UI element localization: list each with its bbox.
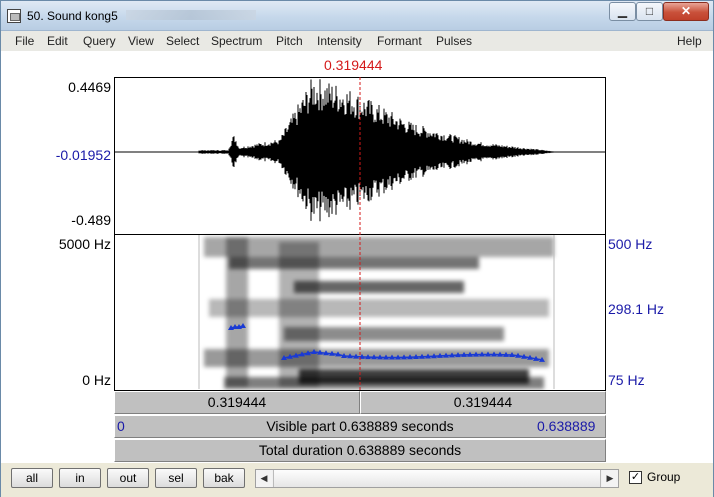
sound-canvas[interactable]: 0.319444 0.4469 -0.01952 -0.489 5000 Hz … — [1, 51, 713, 463]
cursor-time-label: 0.319444 — [324, 57, 383, 73]
menu-spectrum[interactable]: Spectrum — [211, 34, 262, 48]
spectrogram-band — [204, 237, 554, 257]
menu-intensity[interactable]: Intensity — [317, 34, 362, 48]
menu-formant[interactable]: Formant — [377, 34, 422, 48]
total-duration-text: Total duration 0.638889 seconds — [258, 442, 462, 458]
scroll-thumb[interactable] — [273, 470, 601, 487]
minimize-button[interactable]: ▁ — [609, 2, 636, 21]
waveform-min-label: -0.489 — [71, 212, 111, 228]
visible-part-text: Visible part 0.638889 seconds — [266, 418, 454, 434]
title-bar[interactable]: 50. Sound kong5 ▁ □ ✕ — [1, 1, 713, 31]
waveform-max-label: 0.4469 — [68, 79, 111, 95]
window-icon[interactable] — [7, 9, 21, 23]
menu-query[interactable]: Query — [83, 34, 116, 48]
visible-end-label: 0.638889 — [537, 418, 596, 434]
pitch-min-label: 75 Hz — [608, 372, 645, 388]
group-checkbox[interactable]: ✓ — [629, 471, 642, 484]
waveform-zero-label: -0.01952 — [55, 147, 111, 163]
bottom-toolbar: all in out sel bak ◀ ▶ ✓ Group — [1, 463, 713, 497]
maximize-button[interactable]: □ — [636, 2, 663, 21]
spectrogram-band — [229, 257, 479, 269]
time-scrollbar[interactable]: ◀ ▶ — [255, 469, 619, 488]
selection-right-bar[interactable]: 0.319444 — [360, 391, 606, 414]
maximize-icon: □ — [645, 4, 654, 18]
zoom-out-button[interactable]: out — [107, 468, 149, 488]
zoom-back-button[interactable]: bak — [203, 468, 245, 488]
blurred-title-area — [126, 10, 256, 20]
sound-plots[interactable] — [114, 77, 607, 391]
spectrogram-band — [294, 281, 464, 293]
menu-select[interactable]: Select — [166, 34, 199, 48]
zoom-all-button[interactable]: all — [11, 468, 53, 488]
scroll-left-arrow-icon[interactable]: ◀ — [256, 470, 272, 487]
menu-help[interactable]: Help — [677, 34, 702, 48]
visible-start-label: 0 — [117, 418, 125, 434]
visible-part-bar[interactable]: Visible part 0.638889 seconds — [114, 415, 606, 438]
scroll-right-arrow-icon[interactable]: ▶ — [602, 470, 618, 487]
zoom-selection-button[interactable]: sel — [155, 468, 197, 488]
menu-view[interactable]: View — [128, 34, 154, 48]
pitch-current-label: 298.1 Hz — [608, 301, 665, 317]
close-icon: ✕ — [680, 4, 692, 18]
menu-pitch[interactable]: Pitch — [276, 34, 303, 48]
close-button[interactable]: ✕ — [663, 2, 709, 21]
pitch-max-label: 500 Hz — [608, 236, 653, 252]
spectrogram-freq-min-label: 0 Hz — [82, 372, 111, 388]
spectrogram-band — [224, 377, 544, 389]
selection-right-time: 0.319444 — [453, 394, 513, 410]
selection-left-time: 0.319444 — [207, 394, 267, 410]
spectrogram-band — [209, 299, 549, 317]
menu-edit[interactable]: Edit — [47, 34, 68, 48]
window-title: 50. Sound kong5 — [27, 9, 118, 23]
total-duration-bar[interactable]: Total duration 0.638889 seconds — [114, 439, 606, 462]
spectrogram-band — [226, 237, 248, 387]
menu-pulses[interactable]: Pulses — [436, 34, 472, 48]
selection-left-bar[interactable]: 0.319444 — [114, 391, 360, 414]
zoom-in-button[interactable]: in — [59, 468, 101, 488]
menu-bar: File Edit Query View Select Spectrum Pit… — [1, 32, 713, 50]
spectrogram-freq-max-label: 5000 Hz — [58, 236, 111, 252]
minimize-icon: ▁ — [617, 4, 628, 18]
group-label: Group — [647, 470, 681, 484]
praat-sound-window: 50. Sound kong5 ▁ □ ✕ File Edit Query Vi… — [0, 0, 714, 497]
spectrogram-band — [279, 242, 319, 387]
menu-file[interactable]: File — [15, 34, 34, 48]
